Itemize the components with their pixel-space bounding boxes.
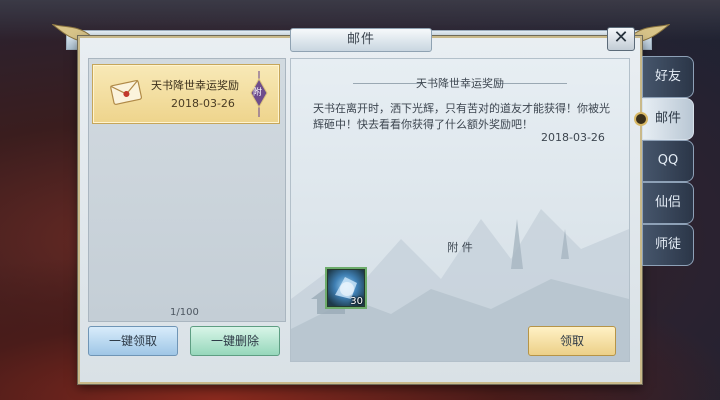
mail-detail-date: 2018-03-26 bbox=[541, 131, 605, 144]
claim-button[interactable]: 领取 bbox=[528, 326, 616, 356]
window-title: 邮件 bbox=[290, 28, 432, 52]
tab-qq[interactable]: QQ bbox=[642, 140, 694, 182]
attachment-quantity: 30 bbox=[350, 296, 363, 307]
mail-detail-title: 天书降世幸运奖励 bbox=[416, 77, 504, 90]
mail-detail-pane: 天书降世幸运奖励 天书在离开时，洒下光辉，只有苦对的道友才能获得！你被光辉砸中！… bbox=[290, 58, 630, 362]
active-tab-marker-icon bbox=[634, 112, 648, 126]
claim-all-button[interactable]: 一键领取 bbox=[88, 326, 178, 356]
attachment-item-slot[interactable]: 30 bbox=[325, 267, 367, 309]
mail-list-item[interactable]: 天书降世幸运奖励 2018-03-26 附 bbox=[92, 64, 280, 124]
mail-item-date: 2018-03-26 bbox=[171, 97, 235, 110]
tab-mentor[interactable]: 师徒 bbox=[642, 224, 694, 266]
mail-body-text: 天书在离开时，洒下光辉，只有苦对的道友才能获得！你被光辉砸中！快去看看你获得了什… bbox=[313, 102, 610, 131]
mail-count: 1/100 bbox=[170, 307, 199, 318]
close-button[interactable]: ✕ bbox=[607, 27, 635, 51]
tab-mail[interactable]: 邮件 bbox=[642, 98, 694, 140]
attachments-header: 附 件 bbox=[447, 241, 473, 254]
tab-friends[interactable]: 好友 bbox=[642, 56, 694, 98]
tab-partner[interactable]: 仙侣 bbox=[642, 182, 694, 224]
envelope-icon bbox=[110, 79, 143, 105]
attachment-tag-label: 附 bbox=[253, 88, 263, 98]
mail-item-title: 天书降世幸运奖励 bbox=[151, 79, 239, 92]
delete-all-button[interactable]: 一键删除 bbox=[190, 326, 280, 356]
